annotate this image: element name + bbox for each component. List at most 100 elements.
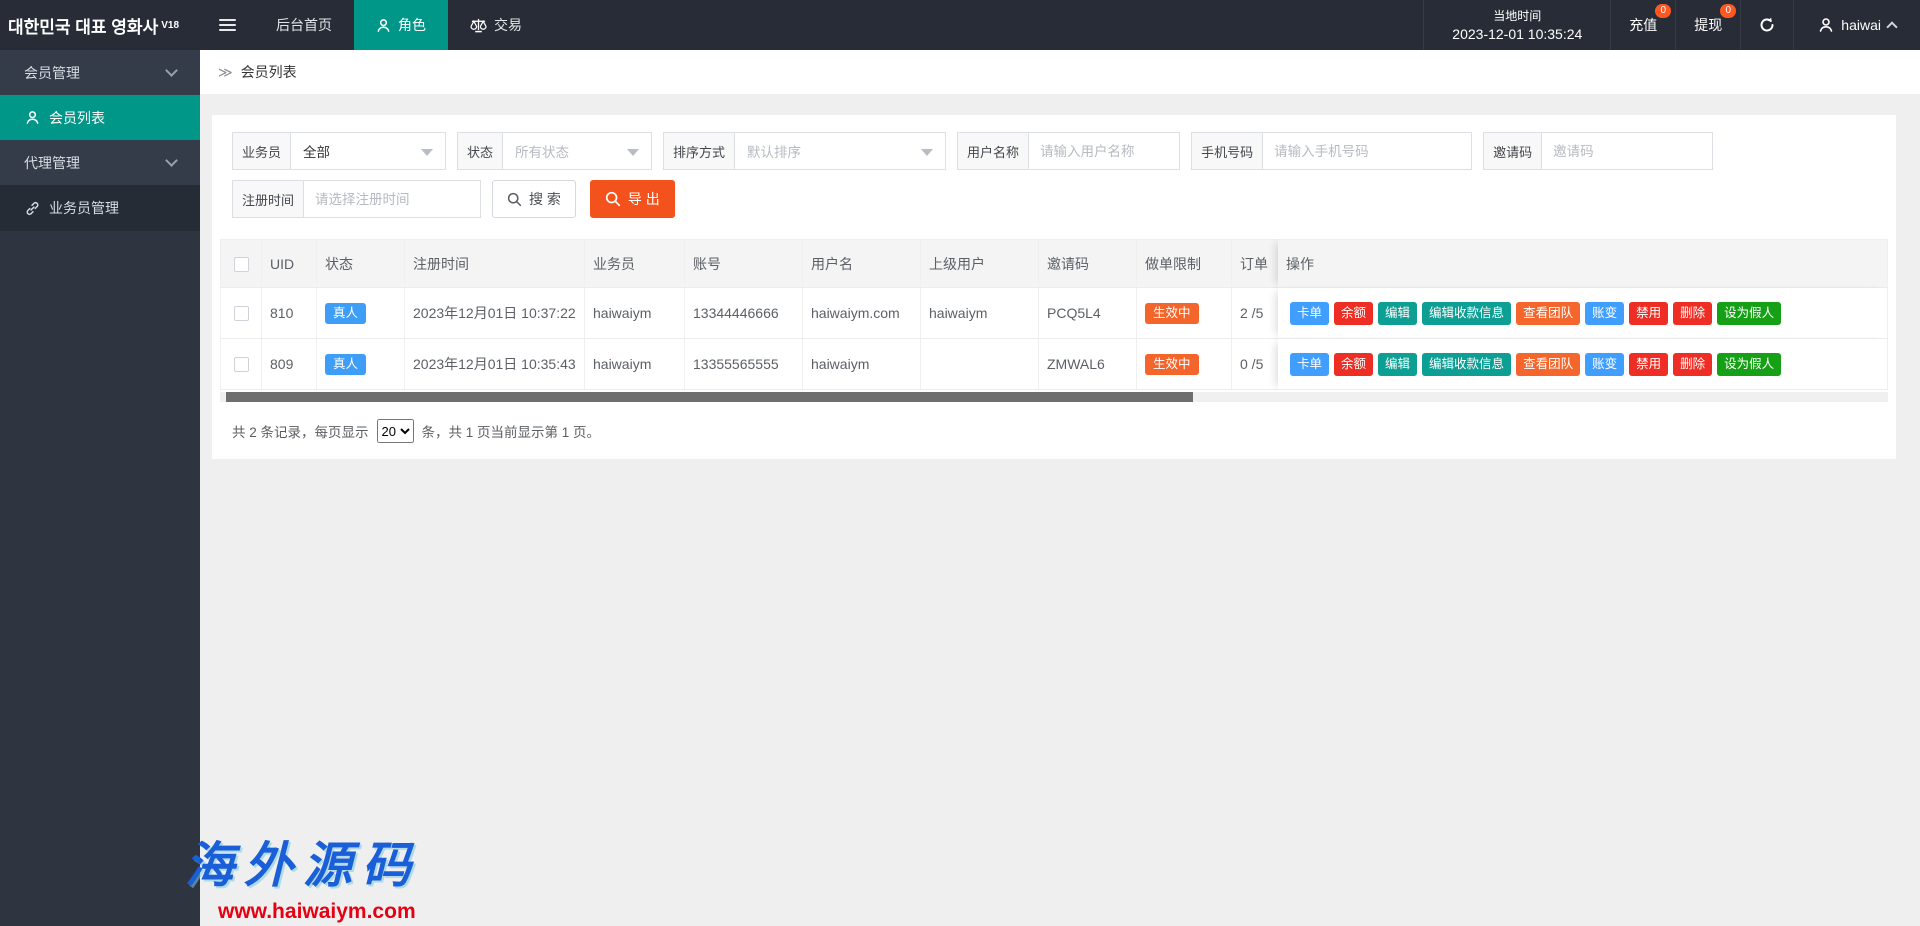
salesman-select[interactable]: 全部 [290,132,446,170]
search-button-label: 搜 索 [529,189,561,209]
withdraw-button[interactable]: 提现 0 [1676,0,1741,50]
select-all-checkbox[interactable] [234,257,249,272]
cell-status: 真人 [317,288,405,339]
app-logo-text: 대한민국 대표 영화사 [8,13,158,38]
export-button-label: 导 出 [628,189,660,209]
cell-salesman: haiwaiym [585,288,685,339]
action-button-编辑收款信息[interactable]: 编辑收款信息 [1422,302,1511,325]
cell-uid: 810 [262,288,317,339]
filter-salesman-label: 业务员 [232,132,290,170]
regtime-input[interactable] [303,180,481,218]
row-checkbox[interactable] [234,306,249,321]
sidebar-item-业务员管理[interactable]: 业务员管理 [0,185,200,231]
action-button-删除[interactable]: 删除 [1673,302,1712,325]
action-button-查看团队[interactable]: 查看团队 [1516,353,1580,376]
cell-status: 真人 [317,339,405,390]
breadcrumb-marker-icon: ≫ [218,64,233,81]
sidebar-item-会员列表[interactable]: 会员列表 [0,95,200,140]
cell-username: haiwaiym.com [803,288,921,339]
page-size-select[interactable]: 20 [377,419,414,443]
pagination-suffix: 条，共 1 页当前显示第 1 页。 [422,421,601,441]
action-button-余额[interactable]: 余额 [1334,353,1373,376]
invite-code-input[interactable] [1541,132,1713,170]
export-button[interactable]: 导 出 [590,180,675,218]
person-icon [376,18,391,33]
action-button-查看团队[interactable]: 查看团队 [1516,302,1580,325]
member-table-wrap: UID状态注册时间业务员账号用户名上级用户邀请码做单限制订单操作 810真人20… [220,239,1888,390]
local-time-block: 当地时间 2023-12-01 10:35:24 [1423,0,1611,50]
limit-badge: 生效中 [1145,354,1199,375]
chevron-down-icon [165,64,178,77]
nav-item-label: 后台首页 [276,15,332,35]
filter-row-1: 业务员 全部 状态 所有状态 排序方式 默认排序 [232,132,1876,170]
nav-item-后台首页[interactable]: 后台首页 [254,0,354,50]
column-header-业务员: 业务员 [585,239,685,288]
action-button-编辑[interactable]: 编辑 [1378,353,1417,376]
action-button-设为假人[interactable]: 设为假人 [1717,302,1781,325]
caret-down-icon [421,149,433,156]
chevron-up-icon [1886,21,1897,32]
cell-account: 13344446666 [685,288,803,339]
filter-username-label: 用户名称 [957,132,1028,170]
action-button-设为假人[interactable]: 设为假人 [1717,353,1781,376]
action-button-账变[interactable]: 账变 [1585,302,1624,325]
nav-item-角色[interactable]: 角色 [354,0,448,50]
status-select[interactable]: 所有状态 [502,132,652,170]
cell-invite_code: PCQ5L4 [1039,288,1137,339]
nav-item-交易[interactable]: 交易 [448,0,544,50]
sidebar-item-代理管理[interactable]: 代理管理 [0,140,200,185]
action-button-编辑[interactable]: 编辑 [1378,302,1417,325]
action-button-删除[interactable]: 删除 [1673,353,1712,376]
scales-icon [470,18,487,33]
status-badge: 真人 [325,303,366,324]
nav-menu: 后台首页 角色交易 [254,0,544,50]
cell-account: 13355565555 [685,339,803,390]
action-button-编辑收款信息[interactable]: 编辑收款信息 [1422,353,1511,376]
column-header-账号: 账号 [685,239,803,288]
phone-input[interactable] [1262,132,1472,170]
breadcrumb: ≫ 会员列表 [200,50,1920,94]
search-icon [507,192,522,207]
refresh-button[interactable] [1741,0,1794,50]
username-input[interactable] [1028,132,1180,170]
local-time-value: 2023-12-01 10:35:24 [1452,25,1582,43]
column-header-注册时间: 注册时间 [405,239,585,288]
filter-invite: 邀请码 [1483,132,1713,170]
recharge-label: 充值 [1629,15,1657,35]
filter-invite-label: 邀请码 [1483,132,1541,170]
scrollbar-thumb[interactable] [226,392,1193,402]
cell-uid: 809 [262,339,317,390]
recharge-button[interactable]: 充值 0 [1611,0,1676,50]
search-button[interactable]: 搜 索 [492,180,576,218]
action-button-账变[interactable]: 账变 [1585,353,1624,376]
filter-phone-label: 手机号码 [1191,132,1262,170]
action-button-禁用[interactable]: 禁用 [1629,353,1668,376]
action-button-禁用[interactable]: 禁用 [1629,302,1668,325]
filter-regtime-label: 注册时间 [232,180,303,218]
action-button-卡单[interactable]: 卡单 [1290,302,1329,325]
breadcrumb-label: 会员列表 [241,62,297,82]
status-badge: 真人 [325,354,366,375]
sidebar-item-label: 会员管理 [24,63,80,83]
sidebar-item-会员管理[interactable]: 会员管理 [0,50,200,95]
filter-phone: 手机号码 [1191,132,1472,170]
hamburger-icon [219,19,236,21]
chevron-down-icon [165,154,178,167]
filter-status-label: 状态 [457,132,502,170]
column-header-用户名: 用户名 [803,239,921,288]
action-button-卡单[interactable]: 卡单 [1290,353,1329,376]
sidebar-toggle-button[interactable] [200,0,254,50]
link-icon [24,201,40,216]
user-menu[interactable]: haiwai [1794,0,1920,50]
action-button-余额[interactable]: 余额 [1334,302,1373,325]
user-icon [1818,17,1834,33]
caret-down-icon [921,149,933,156]
cell-limit: 生效中 [1137,288,1232,339]
cell-actions: 卡单余额编辑编辑收款信息查看团队账变禁用删除设为假人 [1278,288,1888,339]
horizontal-scrollbar[interactable] [220,392,1888,402]
sort-select[interactable]: 默认排序 [734,132,946,170]
table-header-row: UID状态注册时间业务员账号用户名上级用户邀请码做单限制订单操作 [220,239,1888,288]
caret-down-icon [627,149,639,156]
row-checkbox[interactable] [234,357,249,372]
sidebar-item-label: 业务员管理 [49,198,119,218]
